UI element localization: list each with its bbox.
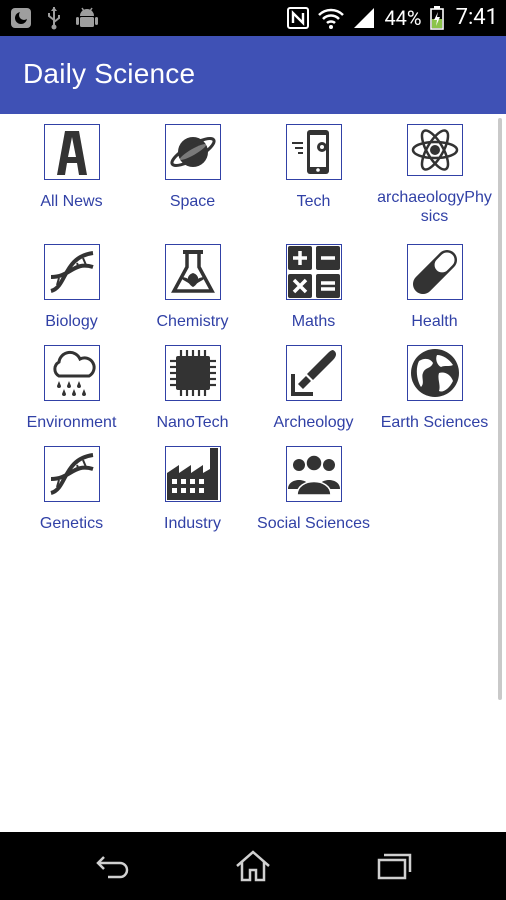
dna-icon xyxy=(43,244,100,300)
flask-leaf-icon xyxy=(164,244,221,300)
category-label: Health xyxy=(411,313,458,330)
category-label: Maths xyxy=(291,313,336,330)
android-icon xyxy=(76,7,98,27)
moon-icon xyxy=(11,8,31,28)
category-space[interactable]: Space xyxy=(132,114,253,224)
pill-icon xyxy=(406,244,463,300)
clock: 7:41 xyxy=(455,5,498,30)
category-tech[interactable]: Tech xyxy=(253,114,374,224)
category-label: Industry xyxy=(164,515,221,532)
category-label: Chemistry xyxy=(156,313,229,330)
smartphone-gear-icon xyxy=(285,124,342,180)
usb-icon xyxy=(48,7,60,30)
category-label: Archeology xyxy=(273,414,354,431)
nfc-icon xyxy=(287,7,310,29)
category-label: All News xyxy=(40,193,103,210)
back-button[interactable] xyxy=(90,846,134,886)
category-genetics[interactable]: Genetics xyxy=(11,436,132,546)
category-archaeologyphysics[interactable]: archaeologyPhysics xyxy=(374,114,495,225)
recents-button[interactable] xyxy=(372,846,416,886)
category-all-news[interactable]: All News xyxy=(11,114,132,224)
letter-a-icon xyxy=(43,124,100,180)
category-label: Biology xyxy=(45,313,98,330)
battery-percent: 44% xyxy=(384,6,422,30)
back-icon xyxy=(96,856,129,879)
category-social-sciences[interactable]: Social Sciences xyxy=(253,436,374,546)
atom-icon xyxy=(406,124,463,176)
status-right-icons: 44% 7:41 xyxy=(286,4,498,32)
people-group-icon xyxy=(285,446,342,502)
category-label: archaeologyPhysics xyxy=(377,189,492,225)
status-left-icons xyxy=(10,6,98,30)
category-label: NanoTech xyxy=(156,414,229,431)
wifi-icon xyxy=(318,8,345,29)
signal-icon xyxy=(354,8,375,28)
navigation-bar xyxy=(0,832,506,900)
scrollbar[interactable] xyxy=(498,118,502,700)
app-title: Daily Science xyxy=(23,58,196,89)
category-label: Environment xyxy=(26,414,117,431)
category-label: Space xyxy=(169,193,216,210)
category-earth-sciences[interactable]: Earth Sciences xyxy=(374,335,495,445)
category-maths[interactable]: Maths xyxy=(253,234,374,344)
planet-icon xyxy=(164,124,221,180)
globe-icon xyxy=(406,345,463,401)
home-icon xyxy=(236,850,270,882)
recents-icon xyxy=(377,853,412,880)
calculator-symbols-icon xyxy=(285,244,342,300)
category-chemistry[interactable]: Chemistry xyxy=(132,234,253,344)
category-archeology[interactable]: Archeology xyxy=(253,335,374,445)
category-biology[interactable]: Biology xyxy=(11,234,132,344)
battery-charging-icon xyxy=(429,6,444,30)
category-nanotech[interactable]: NanoTech xyxy=(132,335,253,445)
home-button[interactable] xyxy=(231,846,275,886)
category-health[interactable]: Health xyxy=(374,234,495,344)
rain-cloud-icon xyxy=(43,345,100,401)
brush-icon xyxy=(285,345,342,401)
category-environment[interactable]: Environment xyxy=(11,335,132,445)
category-label: Social Sciences xyxy=(257,515,370,532)
app-bar: Daily Science xyxy=(0,36,506,114)
category-label: Genetics xyxy=(39,515,104,532)
chip-icon xyxy=(164,345,221,401)
category-label: Earth Sciences xyxy=(380,414,489,431)
category-label: Tech xyxy=(296,193,331,210)
status-bar: 44% 7:41 xyxy=(0,0,506,36)
dna-icon xyxy=(43,446,100,502)
factory-icon xyxy=(164,446,221,502)
category-industry[interactable]: Industry xyxy=(132,436,253,546)
